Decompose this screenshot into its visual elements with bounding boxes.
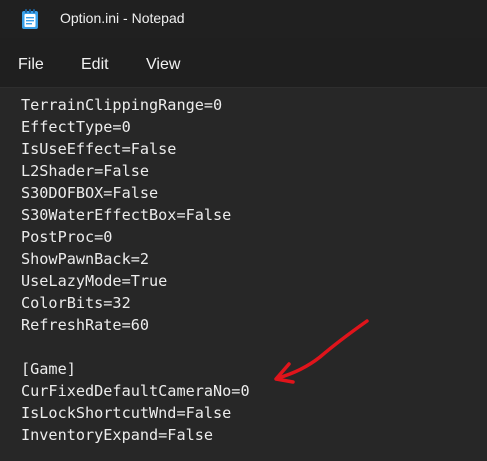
text-line: IsUseEffect=False — [21, 140, 177, 158]
notepad-window: Option.ini - Notepad File Edit View Terr… — [0, 0, 487, 461]
text-line: InventoryExpand=False — [21, 426, 214, 444]
text-line: CurFixedDefaultCameraNo=0 — [21, 382, 250, 400]
text-line: IsLockShortcutWnd=False — [21, 404, 232, 422]
text-line: PostProc=0 — [21, 228, 113, 246]
title-bar[interactable]: Option.ini - Notepad — [0, 0, 487, 38]
window-title: Option.ini - Notepad — [60, 10, 185, 26]
notepad-icon — [20, 8, 40, 30]
text-line: ColorBits=32 — [21, 294, 131, 312]
menu-file[interactable]: File — [18, 56, 44, 74]
text-line: S30WaterEffectBox=False — [21, 206, 232, 224]
text-line: ShowPawnBack=2 — [21, 250, 150, 268]
text-line: EffectType=0 — [21, 118, 131, 136]
text-line: RefreshRate=60 — [21, 316, 150, 334]
menu-view[interactable]: View — [146, 56, 180, 74]
text-line: [Game] — [21, 360, 76, 378]
text-editor[interactable]: TerrainClippingRange=0 EffectType=0 IsUs… — [0, 87, 487, 461]
text-line: S30DOFBOX=False — [21, 184, 159, 202]
text-line: L2Shader=False — [21, 162, 150, 180]
text-line: TerrainClippingRange=0 — [21, 96, 223, 114]
menu-edit[interactable]: Edit — [81, 56, 109, 74]
menu-bar: File Edit View — [0, 46, 487, 86]
text-line: UseLazyMode=True — [21, 272, 168, 290]
